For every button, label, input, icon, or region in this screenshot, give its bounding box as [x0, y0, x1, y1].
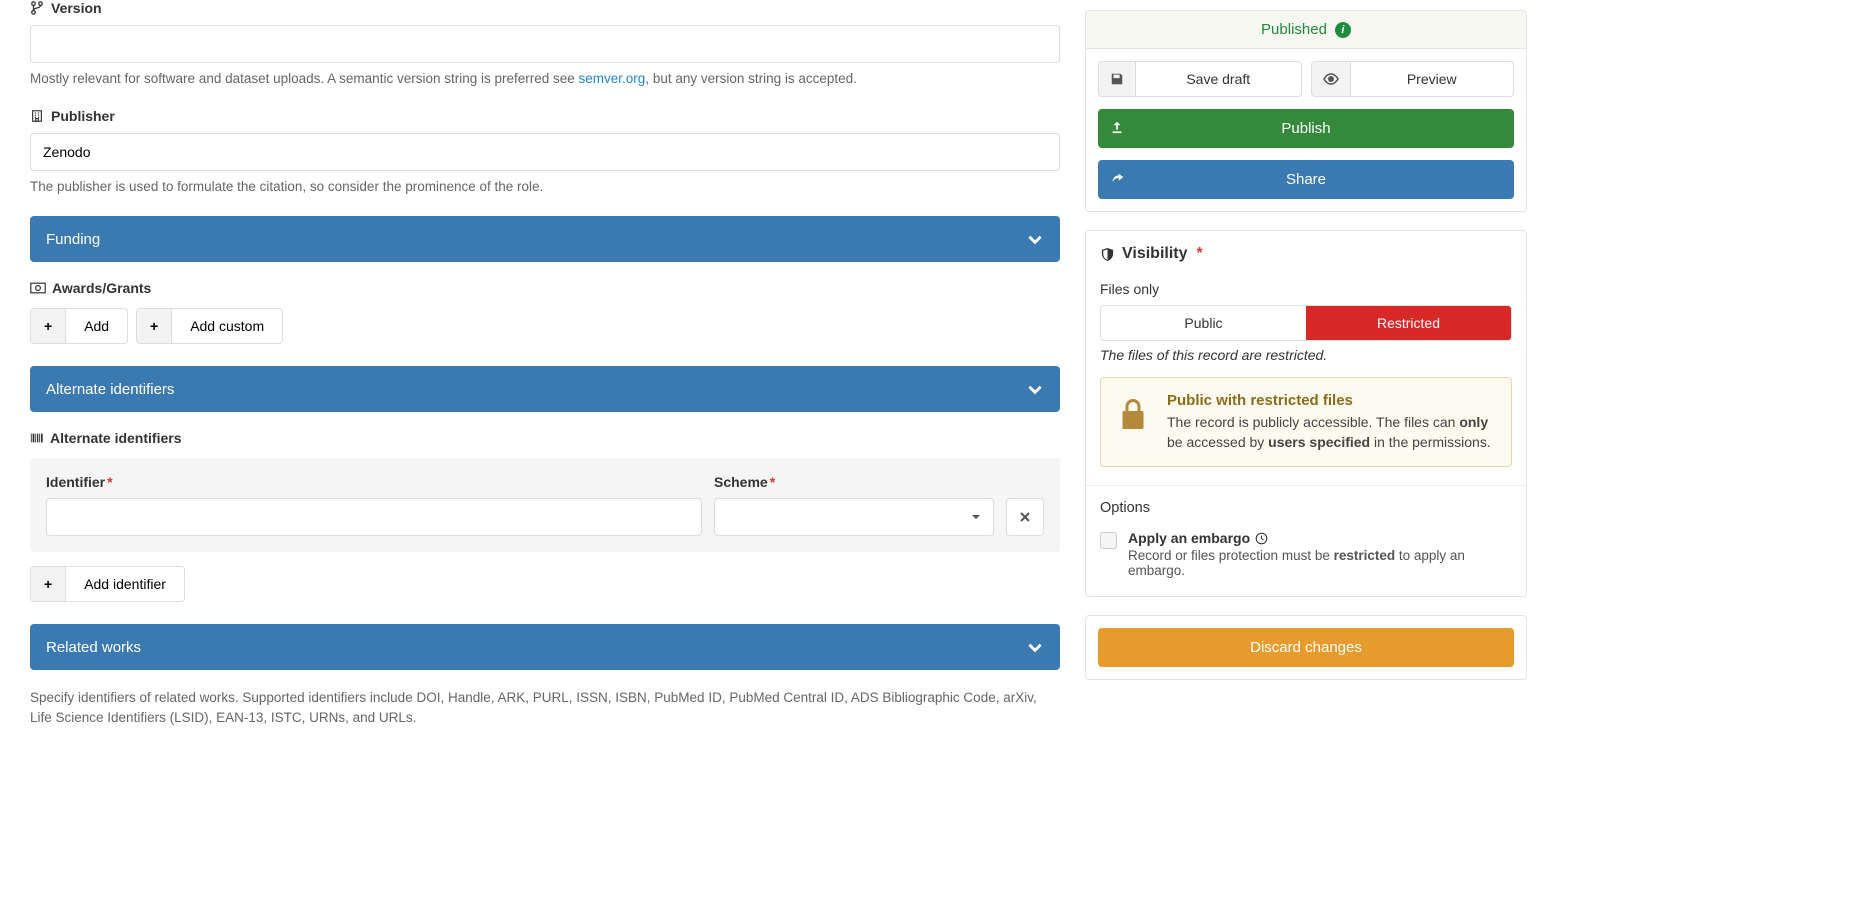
remove-identifier-button[interactable] [1006, 498, 1044, 536]
chevron-down-icon [1026, 380, 1044, 398]
publisher-input[interactable] [30, 133, 1060, 171]
options-title: Options [1100, 500, 1512, 516]
clock-icon [1255, 532, 1268, 545]
visibility-title: Visibility* [1100, 245, 1512, 263]
save-draft-button[interactable]: Save draft [1098, 61, 1302, 97]
share-icon [1110, 171, 1124, 185]
info-box-text: The record is publicly accessible. The f… [1167, 413, 1497, 452]
add-custom-award-button[interactable]: + Add custom [136, 308, 283, 344]
version-label-text: Version [51, 0, 102, 16]
barcode-icon [30, 431, 44, 445]
info-box-title: Public with restricted files [1167, 392, 1497, 409]
discard-changes-button[interactable]: Discard changes [1098, 628, 1514, 667]
version-help: Mostly relevant for software and dataset… [30, 71, 1060, 86]
funding-header-text: Funding [46, 231, 100, 248]
visibility-card: Visibility* Files only Public Restricted… [1085, 230, 1527, 597]
preview-button[interactable]: Preview [1311, 61, 1515, 97]
embargo-help: Record or files protection must be restr… [1128, 548, 1512, 578]
altids-sub-label: Alternate identifiers [30, 430, 1060, 446]
eye-icon [1323, 73, 1339, 85]
publisher-help: The publisher is used to formulate the c… [30, 179, 1060, 194]
share-button[interactable]: Share [1098, 160, 1514, 199]
version-label: Version [30, 0, 1060, 16]
add-award-button[interactable]: + Add [30, 308, 128, 344]
visibility-public-option[interactable]: Public [1101, 306, 1306, 340]
awards-label: Awards/Grants [30, 280, 1060, 296]
publisher-label: Publisher [30, 108, 1060, 124]
building-icon [30, 109, 44, 123]
divider [1086, 485, 1526, 486]
publisher-label-text: Publisher [51, 108, 115, 124]
status-text: Published [1261, 21, 1327, 38]
actions-card: Published i Save draft Preview Publish [1085, 10, 1527, 212]
plus-icon: + [137, 309, 172, 343]
funding-section-header[interactable]: Funding [30, 216, 1060, 262]
publish-button[interactable]: Publish [1098, 109, 1514, 148]
altid-panel: Identifier* Scheme* [30, 458, 1060, 552]
add-identifier-button[interactable]: + Add identifier [30, 566, 185, 602]
visibility-note: The files of this record are restricted. [1100, 347, 1512, 363]
chevron-down-icon [1026, 638, 1044, 656]
chevron-down-icon [1026, 230, 1044, 248]
branch-icon [30, 1, 44, 15]
related-help: Specify identifiers of related works. Su… [30, 688, 1060, 729]
status-bar: Published i [1086, 11, 1526, 49]
visibility-toggle: Public Restricted [1100, 305, 1512, 341]
identifier-input[interactable] [46, 498, 702, 536]
info-icon[interactable]: i [1335, 22, 1351, 38]
scheme-label: Scheme* [714, 474, 994, 490]
altids-header-text: Alternate identifiers [46, 381, 174, 398]
close-icon [1019, 511, 1031, 523]
files-only-label: Files only [1100, 281, 1512, 297]
lock-icon [1115, 396, 1151, 432]
related-section-header[interactable]: Related works [30, 624, 1060, 670]
shield-icon [1100, 247, 1115, 262]
caret-down-icon [971, 512, 981, 522]
plus-icon: + [31, 309, 66, 343]
money-icon [30, 282, 46, 294]
version-input[interactable] [30, 25, 1060, 63]
save-icon [1110, 72, 1124, 86]
semver-link[interactable]: semver.org [579, 71, 646, 86]
related-header-text: Related works [46, 639, 141, 656]
embargo-title: Apply an embargo [1128, 530, 1512, 546]
plus-icon: + [31, 567, 66, 601]
upload-icon [1110, 120, 1124, 134]
identifier-label: Identifier* [46, 474, 702, 490]
discard-card: Discard changes [1085, 615, 1527, 680]
embargo-checkbox[interactable] [1100, 532, 1117, 549]
embargo-option: Apply an embargo Record or files protect… [1100, 530, 1512, 578]
scheme-dropdown[interactable] [714, 498, 994, 536]
visibility-restricted-option[interactable]: Restricted [1306, 306, 1511, 340]
altids-section-header[interactable]: Alternate identifiers [30, 366, 1060, 412]
visibility-info-box: Public with restricted files The record … [1100, 377, 1512, 467]
